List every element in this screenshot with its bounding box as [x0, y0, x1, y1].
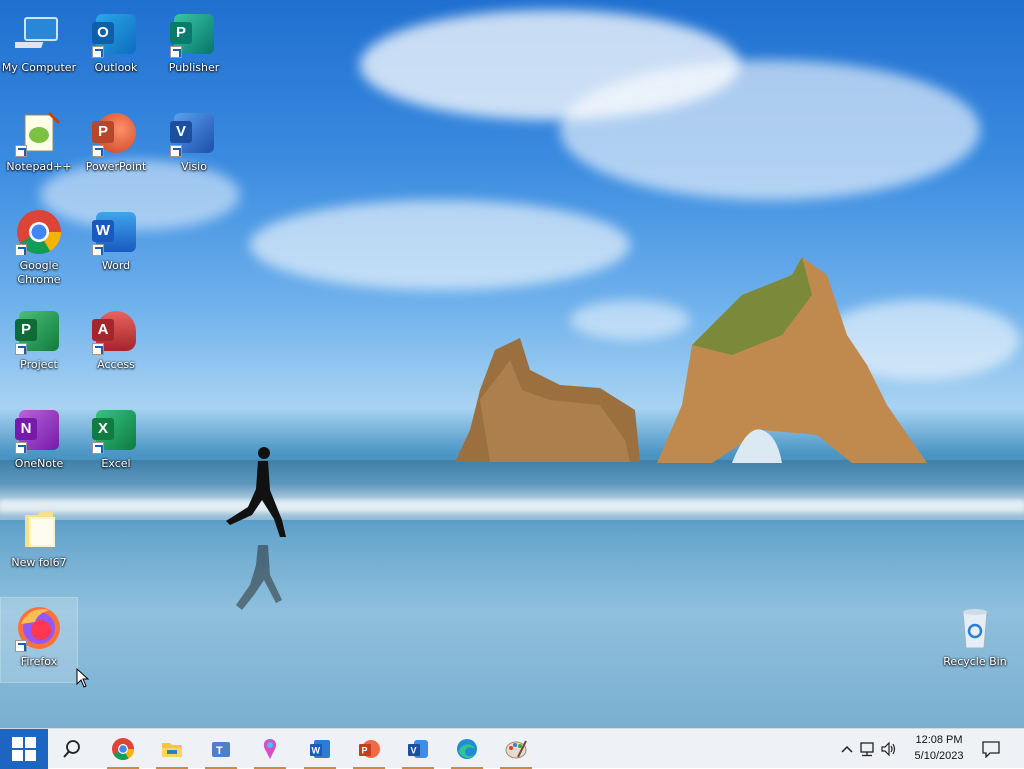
project-icon: P: [15, 307, 63, 355]
icon-label: Access: [97, 358, 135, 371]
powerpoint-icon: P: [92, 109, 140, 157]
start-button[interactable]: [0, 729, 48, 769]
computer-icon: [7, 10, 63, 58]
outlook-icon: O: [92, 10, 140, 58]
taskbar-powerpoint[interactable]: P: [345, 729, 393, 769]
paint-icon: [505, 740, 527, 759]
desktop-background: My Computer O Outlook P Publisher Notepa…: [0, 0, 1024, 728]
firefox-icon: [15, 604, 63, 652]
clock[interactable]: 12:08 PM 5/10/2023: [904, 732, 974, 764]
file-explorer-icon: [162, 743, 182, 757]
icon-label: My Computer: [1, 61, 77, 74]
edge-icon: [457, 739, 477, 759]
desktop-icon-outlook[interactable]: O Outlook: [78, 4, 154, 88]
word-icon: W: [310, 740, 330, 758]
folder-icon: [15, 505, 63, 553]
icon-label: Recycle Bin: [943, 655, 1007, 668]
taskbar-paint3d[interactable]: [246, 729, 294, 769]
taskbar-paint[interactable]: [492, 729, 540, 769]
icon-label: Outlook: [94, 61, 138, 74]
taskbar: T W P V 12:08 PM 5/10/2023: [0, 728, 1024, 769]
powerpoint-icon: P: [359, 740, 380, 758]
desktop-icon-my-computer[interactable]: My Computer: [1, 4, 77, 88]
desktop-icon-excel[interactable]: X Excel: [78, 400, 154, 484]
desktop-icon-visio[interactable]: V Visio: [156, 103, 232, 187]
taskbar-edge[interactable]: [443, 729, 491, 769]
show-hidden-icons-button[interactable]: [838, 729, 856, 769]
search-icon: [63, 740, 80, 758]
chevron-up-icon: [841, 745, 853, 753]
icon-label: Excel: [101, 457, 131, 470]
teams-icon: T: [212, 742, 230, 757]
notepadpp-icon: [15, 109, 63, 157]
icon-label: Word: [101, 259, 131, 272]
icon-label: Notepad++: [6, 160, 72, 173]
svg-text:W: W: [312, 746, 321, 756]
access-icon: A: [92, 307, 140, 355]
svg-text:T: T: [216, 745, 223, 757]
chrome-icon: [15, 208, 63, 256]
clock-date: 5/10/2023: [914, 750, 964, 762]
desktop-icon-notepadpp[interactable]: Notepad++: [1, 103, 77, 187]
desktop-icon-powerpoint[interactable]: P PowerPoint: [78, 103, 154, 187]
network-icon: [860, 742, 874, 757]
desktop-icon-access[interactable]: A Access: [78, 301, 154, 385]
icon-label: Firefox: [20, 655, 58, 668]
icon-label: Publisher: [168, 61, 220, 74]
icon-label: Project: [20, 358, 58, 371]
system-tray: [838, 729, 900, 769]
volume-button[interactable]: [878, 729, 900, 769]
icon-label: Google Chrome: [17, 259, 61, 286]
desktop-icon-recycle-bin[interactable]: Recycle Bin: [937, 598, 1013, 682]
desktop-icon-onenote[interactable]: N OneNote: [1, 400, 77, 484]
chrome-icon: [112, 738, 134, 760]
right-rock: [657, 257, 927, 463]
paint3d-icon: [263, 739, 277, 759]
icon-label: PowerPoint: [85, 160, 147, 173]
mouse-cursor-icon: [76, 668, 90, 688]
desktop-icon-google-chrome[interactable]: Google Chrome: [1, 202, 77, 286]
taskbar-visio[interactable]: V: [394, 729, 442, 769]
icon-label: New fol67: [11, 556, 67, 569]
visio-icon: V: [170, 109, 218, 157]
windows-start-icon: [12, 737, 36, 761]
taskbar-word[interactable]: W: [296, 729, 344, 769]
desktop-icon-project[interactable]: P Project: [1, 301, 77, 385]
left-rock: [455, 338, 640, 462]
wave-foam: [0, 500, 1024, 512]
svg-text:V: V: [411, 746, 417, 756]
runner-silhouette: [226, 447, 286, 610]
onenote-icon: N: [15, 406, 63, 454]
publisher-icon: P: [170, 10, 218, 58]
notifications-button[interactable]: [968, 729, 1014, 769]
desktop-icon-publisher[interactable]: P Publisher: [156, 4, 232, 88]
icon-label: OneNote: [14, 457, 64, 470]
speaker-icon: [881, 741, 896, 757]
taskbar-file-explorer[interactable]: [148, 729, 196, 769]
desktop-icon-firefox[interactable]: Firefox: [0, 597, 78, 683]
network-button[interactable]: [856, 729, 878, 769]
svg-text:P: P: [362, 746, 368, 756]
desktop-icon-new-folder[interactable]: New fol67: [1, 499, 77, 583]
recycle-bin-icon: [951, 604, 999, 652]
word-icon: W: [92, 208, 140, 256]
excel-icon: X: [92, 406, 140, 454]
visio-icon: V: [408, 740, 428, 758]
clock-time: 12:08 PM: [915, 734, 963, 746]
taskbar-teams[interactable]: T: [197, 729, 245, 769]
notification-icon: [982, 741, 1000, 758]
search-button[interactable]: [48, 729, 96, 769]
icon-label: Visio: [181, 160, 207, 173]
taskbar-chrome[interactable]: [99, 729, 147, 769]
desktop-icon-word[interactable]: W Word: [78, 202, 154, 286]
